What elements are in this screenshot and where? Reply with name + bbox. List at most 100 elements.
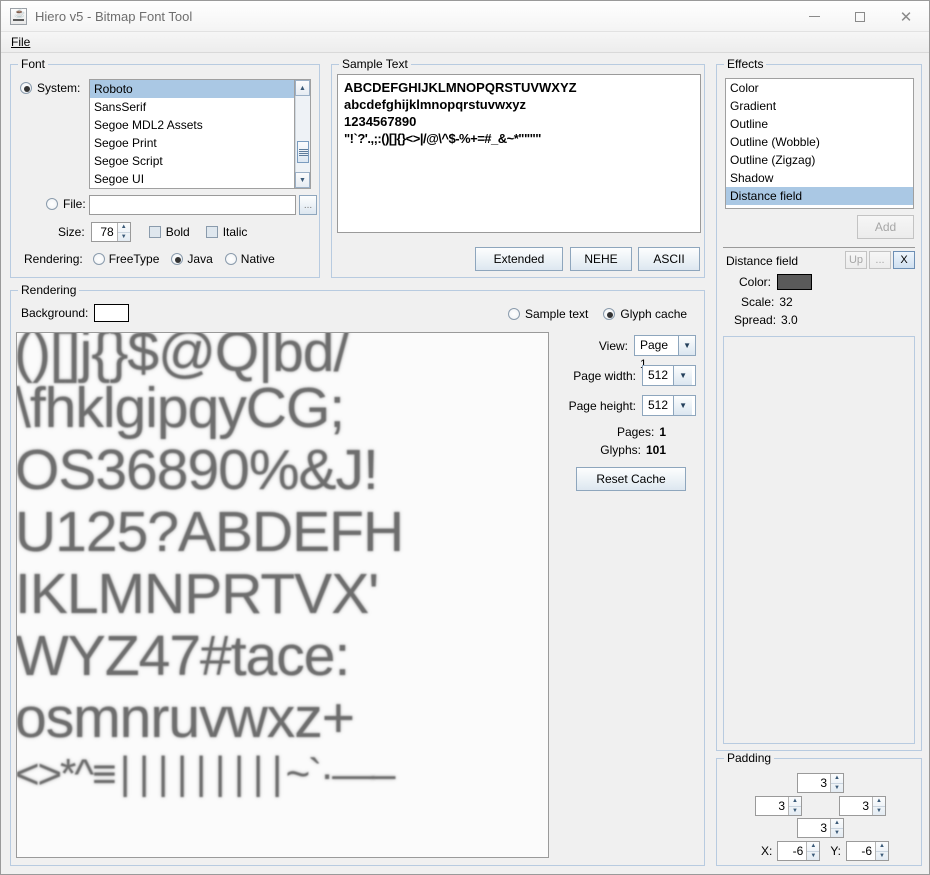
spinner-down-icon[interactable]: ▼ — [789, 807, 801, 816]
chevron-down-icon[interactable]: ▼ — [678, 336, 695, 355]
view-combo[interactable]: Page 1 ▼ — [634, 335, 696, 356]
size-spinner-arrows[interactable]: ▲▼ — [117, 223, 130, 241]
list-item[interactable]: Distance field — [726, 187, 913, 205]
effects-list[interactable]: Color Gradient Outline Outline (Wobble) … — [725, 78, 914, 209]
system-font-list[interactable]: Roboto SansSerif Segoe MDL2 Assets Segoe… — [89, 79, 311, 189]
padding-left-value[interactable]: 3 — [756, 797, 788, 815]
ascii-button[interactable]: ASCII — [638, 247, 700, 271]
spinner-up-icon[interactable]: ▲ — [789, 797, 801, 807]
sample-line: "!`?'.,;:()[]{}<>|/@\^$-%+=#_&~*"""" — [344, 130, 694, 147]
list-item[interactable]: Gradient — [726, 97, 913, 115]
bold-checkbox[interactable] — [149, 226, 161, 238]
spinner-arrows[interactable]: ▲▼ — [875, 842, 888, 860]
effect-scale-value[interactable]: 32 — [779, 295, 792, 309]
effect-spread-value[interactable]: 3.0 — [781, 313, 798, 327]
padding-x-spinner[interactable]: -6 ▲▼ — [777, 841, 820, 861]
file-radio-row[interactable]: File: — [46, 197, 86, 211]
size-spinner[interactable]: 78 ▲▼ — [91, 222, 131, 242]
font-list-scrollbar[interactable]: ▲ ▼ — [294, 80, 310, 188]
size-value[interactable]: 78 — [92, 223, 117, 241]
spinner-up-icon[interactable]: ▲ — [876, 842, 888, 852]
list-item[interactable]: Segoe Print — [90, 134, 310, 152]
padding-bottom-spinner[interactable]: 3 ▲▼ — [797, 818, 844, 838]
maximize-button[interactable] — [837, 1, 883, 32]
effect-up-button[interactable]: Up — [845, 251, 867, 269]
reset-cache-button[interactable]: Reset Cache — [576, 467, 686, 491]
effect-color-swatch[interactable] — [777, 274, 812, 290]
spinner-arrows[interactable]: ▲▼ — [830, 819, 843, 837]
padding-y-value[interactable]: -6 — [847, 842, 875, 860]
glyph-cache-canvas[interactable]: ()[]j{}$@Q|bd/ \fhklgipqyCG; OS36890%&J!… — [16, 332, 549, 858]
spinner-arrows[interactable]: ▲▼ — [830, 774, 843, 792]
file-browse-button[interactable]: ... — [299, 195, 317, 215]
page-width-combo[interactable]: 512 ▼ — [642, 365, 696, 386]
file-radio[interactable] — [46, 198, 58, 210]
list-item[interactable]: SansSerif — [90, 98, 310, 116]
page-height-combo[interactable]: 512 ▼ — [642, 395, 696, 416]
nehe-button[interactable]: NEHE — [570, 247, 632, 271]
effect-scale-label: Scale: — [741, 295, 774, 309]
padding-bottom-value[interactable]: 3 — [798, 819, 830, 837]
effect-down-button[interactable]: ... — [869, 251, 891, 269]
spinner-down-icon[interactable]: ▼ — [831, 829, 843, 838]
effect-spread-label: Spread: — [734, 313, 776, 327]
spinner-up-icon[interactable]: ▲ — [873, 797, 885, 807]
spinner-up-icon[interactable]: ▲ — [831, 774, 843, 784]
list-item[interactable]: Segoe Script — [90, 152, 310, 170]
list-item[interactable]: Shadow — [726, 169, 913, 187]
list-item[interactable]: Outline (Wobble) — [726, 133, 913, 151]
sample-line: 1234567890 — [344, 113, 694, 130]
spinner-down-icon[interactable]: ▼ — [118, 233, 130, 242]
chevron-down-icon[interactable]: ▼ — [673, 396, 692, 415]
sample-text-mode-radio[interactable] — [508, 308, 520, 320]
effect-color-row: Color: — [739, 274, 812, 290]
rendering-radio-native[interactable] — [225, 253, 237, 265]
effect-remove-button[interactable]: X — [893, 251, 915, 269]
glyphs-label: Glyphs: — [600, 443, 641, 457]
list-item[interactable]: Color — [726, 79, 913, 97]
spinner-down-icon[interactable]: ▼ — [831, 784, 843, 793]
glyph-cache-mode-radio[interactable] — [603, 308, 615, 320]
padding-right-spinner[interactable]: 3 ▲▼ — [839, 796, 886, 816]
padding-top-spinner[interactable]: 3 ▲▼ — [797, 773, 844, 793]
list-item[interactable]: Roboto — [90, 80, 310, 98]
padding-left-spinner[interactable]: 3 ▲▼ — [755, 796, 802, 816]
spinner-down-icon[interactable]: ▼ — [807, 852, 819, 861]
spinner-arrows[interactable]: ▲▼ — [806, 842, 819, 860]
background-color-swatch[interactable] — [94, 304, 129, 322]
padding-top-value[interactable]: 3 — [798, 774, 830, 792]
list-item[interactable]: Outline (Zigzag) — [726, 151, 913, 169]
list-item[interactable]: Outline — [726, 115, 913, 133]
sample-text-area[interactable]: ABCDEFGHIJKLMNOPQRSTUVWXYZ abcdefghijklm… — [337, 74, 701, 233]
glyph-line: \fhklgipqyCG; — [16, 377, 548, 439]
spinner-down-icon[interactable]: ▼ — [876, 852, 888, 861]
spinner-down-icon[interactable]: ▼ — [873, 807, 885, 816]
padding-x-value[interactable]: -6 — [778, 842, 806, 860]
list-item[interactable]: Segoe MDL2 Assets — [90, 116, 310, 134]
minimize-button[interactable] — [791, 1, 837, 32]
scrollbar-track[interactable] — [295, 96, 310, 172]
scroll-down-icon[interactable]: ▼ — [295, 172, 310, 188]
add-effect-button[interactable]: Add — [857, 215, 914, 239]
rendering-radio-freetype[interactable] — [93, 253, 105, 265]
spinner-arrows[interactable]: ▲▼ — [872, 797, 885, 815]
italic-checkbox[interactable] — [206, 226, 218, 238]
chevron-down-icon[interactable]: ▼ — [673, 366, 692, 385]
close-button[interactable]: ✕ — [883, 1, 929, 32]
spinner-up-icon[interactable]: ▲ — [118, 223, 130, 233]
extended-button[interactable]: Extended — [475, 247, 563, 271]
glyph-line: <>*^≡∣∣∣∣∣∣∣∣∣~`·—– — [16, 749, 548, 799]
scroll-up-icon[interactable]: ▲ — [295, 80, 310, 96]
padding-y-spinner[interactable]: -6 ▲▼ — [846, 841, 889, 861]
rendering-radio-java[interactable] — [171, 253, 183, 265]
system-radio-row[interactable]: System: — [20, 81, 80, 95]
spinner-arrows[interactable]: ▲▼ — [788, 797, 801, 815]
system-radio[interactable] — [20, 82, 32, 94]
padding-right-value[interactable]: 3 — [840, 797, 872, 815]
spinner-up-icon[interactable]: ▲ — [807, 842, 819, 852]
file-path-input[interactable] — [89, 195, 296, 215]
scrollbar-thumb[interactable] — [297, 141, 309, 163]
list-item[interactable]: Segoe UI — [90, 170, 310, 188]
menu-file[interactable]: File — [5, 33, 36, 51]
spinner-up-icon[interactable]: ▲ — [831, 819, 843, 829]
